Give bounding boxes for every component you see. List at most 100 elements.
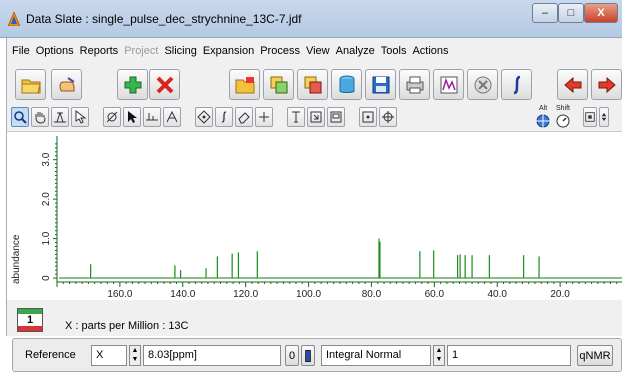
magnifier-icon — [14, 111, 27, 124]
spectrum-plot[interactable]: abundance 0 1.0 2.0 3.0 160.0 140.0 120.0 100.… — [6, 132, 622, 300]
integrate-tool-button[interactable] — [215, 107, 233, 127]
menu-view[interactable]: View — [303, 45, 333, 57]
axis-info-bar: 1 X : parts per Million : 13C — [6, 300, 622, 336]
app-logo-icon — [8, 12, 20, 26]
crosshair-add-tool-button[interactable] — [255, 107, 273, 127]
menu-reports[interactable]: Reports — [77, 45, 122, 57]
menu-expansion[interactable]: Expansion — [200, 45, 257, 57]
peak-pick-tool-button[interactable] — [51, 107, 69, 127]
diamond-tool-button[interactable] — [195, 107, 213, 127]
x-tick-label: 100.0 — [296, 289, 321, 300]
center-tool-button[interactable] — [359, 107, 377, 127]
small-integral-icon — [221, 111, 227, 123]
main-toolbar — [6, 64, 622, 104]
pointer-icon — [128, 111, 137, 123]
phase-icon — [106, 111, 118, 123]
zoom-tool-button[interactable] — [11, 107, 29, 127]
data-index-badge[interactable]: 1 — [17, 308, 43, 332]
database-icon — [339, 75, 354, 93]
x-axis-unit-label: X : parts per Million : 13C — [65, 320, 189, 332]
integral-button[interactable] — [501, 69, 532, 100]
close-icon: X — [597, 7, 605, 19]
menu-actions[interactable]: Actions — [409, 45, 451, 57]
stop-button[interactable] — [467, 69, 498, 100]
box-select-tool-button[interactable] — [307, 107, 325, 127]
zero-button[interactable]: 0 — [285, 345, 299, 366]
minimize-button[interactable]: – — [532, 3, 558, 23]
printer-icon — [406, 76, 423, 93]
options-box-button[interactable] — [583, 107, 597, 127]
maximize-icon: □ — [567, 7, 575, 19]
spectrum-chart[interactable]: abundance 0 1.0 2.0 3.0 160.0 140.0 120.0 100.… — [7, 132, 622, 300]
badge-number: 1 — [26, 314, 34, 326]
menu-process[interactable]: Process — [257, 45, 303, 57]
menu-tools[interactable]: Tools — [378, 45, 410, 57]
phase-tool-button[interactable] — [103, 107, 121, 127]
arrow-left-icon — [563, 76, 581, 93]
hand-pan-icon — [35, 112, 46, 124]
qnmr-button[interactable]: qNMR — [577, 345, 613, 366]
select-tool-button[interactable] — [71, 107, 89, 127]
y-axis-label: abundance — [11, 234, 22, 284]
hand-icon — [58, 76, 75, 91]
axis-spinner[interactable]: ▲ ▼ — [129, 345, 141, 366]
reference-label: Reference — [25, 349, 76, 361]
marker-bar-icon — [305, 349, 311, 362]
menu-file[interactable]: File — [9, 45, 33, 57]
reference-ppm-input[interactable]: 8.03[ppm] — [143, 345, 281, 366]
integral-count-input[interactable]: 1 — [447, 345, 571, 366]
y-axis: 0 1.0 2.0 3.0 — [41, 136, 58, 282]
close-button[interactable]: X — [584, 3, 618, 23]
spectrum-view-button[interactable] — [433, 69, 464, 100]
remove-button[interactable] — [149, 69, 180, 100]
x-tick-label: 40.0 — [487, 289, 507, 300]
copy-data-button[interactable] — [263, 69, 294, 100]
multiplet-tool-button[interactable] — [163, 107, 181, 127]
window-title: Data Slate : single_pulse_dec_strychnine… — [26, 12, 302, 26]
floppy-disk-icon — [372, 76, 389, 93]
baseline-tool-button[interactable] — [143, 107, 161, 127]
x-tick-label: 80.0 — [362, 289, 382, 300]
next-button[interactable] — [591, 69, 622, 100]
mode-spinner[interactable]: ▲ ▼ — [433, 345, 445, 366]
pan-tool-button[interactable] — [31, 107, 49, 127]
frame-tool-button[interactable] — [327, 107, 345, 127]
target-tool-button[interactable] — [379, 107, 397, 127]
reference-bar: Reference X ▲ ▼ 8.03[ppm] 0 Integral Norm… — [12, 338, 622, 372]
axis-select[interactable]: X — [91, 345, 127, 366]
alt-label: Alt — [539, 105, 548, 112]
add-button[interactable] — [117, 69, 148, 100]
badge-red-stripe — [18, 326, 42, 331]
peak-pick-icon — [54, 111, 66, 123]
maximize-button[interactable]: □ — [558, 3, 584, 23]
paste-data-button[interactable] — [297, 69, 328, 100]
integral-mode-select[interactable]: Integral Normal — [321, 345, 431, 366]
print-button[interactable] — [399, 69, 430, 100]
baseline-icon — [146, 113, 158, 121]
options-spinner[interactable] — [599, 107, 609, 127]
reference-marker-button[interactable] — [301, 345, 315, 366]
eraser-tool-button[interactable] — [235, 107, 253, 127]
menu-analyze[interactable]: Analyze — [333, 45, 378, 57]
spectrum-icon — [440, 76, 457, 93]
menu-project[interactable]: Project — [121, 45, 161, 57]
box-dot-icon — [362, 111, 374, 123]
arrow-right-icon — [598, 76, 616, 93]
open-data-button[interactable] — [229, 69, 260, 100]
open-folder-button[interactable] — [15, 69, 46, 100]
globe-crosshair-icon[interactable] — [535, 113, 551, 129]
spinner-arrows-icon — [601, 113, 607, 121]
pointer-tool-button[interactable] — [123, 107, 141, 127]
database-button[interactable] — [331, 69, 362, 100]
minimize-icon: – — [541, 7, 549, 19]
menu-options[interactable]: Options — [33, 45, 77, 57]
save-button[interactable] — [365, 69, 396, 100]
folder-open-icon — [21, 79, 41, 93]
previous-button[interactable] — [557, 69, 588, 100]
hand-open-button[interactable] — [51, 69, 82, 100]
text-cursor-icon — [292, 111, 300, 123]
text-tool-button[interactable] — [287, 107, 305, 127]
gauge-icon[interactable] — [555, 113, 571, 129]
menu-slicing[interactable]: Slicing — [161, 45, 199, 57]
eraser-icon — [238, 112, 250, 124]
